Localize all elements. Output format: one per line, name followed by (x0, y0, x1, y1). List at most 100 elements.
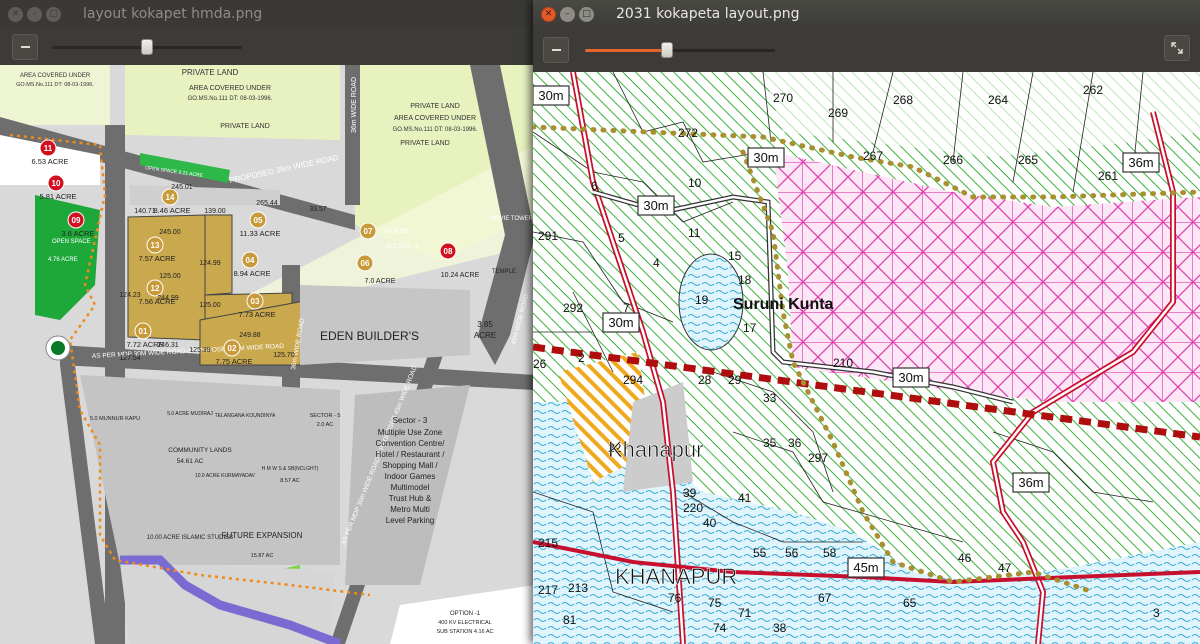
parcel-number: 210 (833, 356, 853, 370)
minimize-icon: – (32, 8, 37, 19)
parcel-number: 267 (863, 149, 883, 163)
fullscreen-button[interactable] (1164, 35, 1190, 61)
image-canvas[interactable]: 30m 30m 30m 30m 36m 36m 45m 30m 270 269 268 264 262… (533, 72, 1200, 644)
parcel-number: 76 (668, 591, 682, 605)
zoom-slider[interactable] (52, 38, 242, 55)
parcel-number: 213 (568, 581, 588, 595)
zoom-slider-fill (52, 45, 147, 49)
plot-number: 09 (72, 216, 81, 225)
label-open-space: OPEN SPACE (52, 239, 91, 245)
parcel-number: 40 (703, 516, 717, 530)
plot-dimension: 140.71 (134, 208, 156, 215)
plot-dimension: 249.88 (239, 332, 261, 339)
titlebar[interactable]: ✕ – □ 2031 kokapeta layout.png (533, 0, 1200, 28)
close-button[interactable]: ✕ (8, 6, 23, 22)
minimize-icon: – (565, 8, 570, 19)
plot-area: 7.57 ACRE (138, 254, 175, 263)
plot-area: 11.33 ACRE (240, 229, 281, 238)
label-acre: 7.0 ACRE (365, 278, 396, 285)
close-button[interactable]: ✕ (541, 6, 556, 22)
window-title: 2031 kokapeta layout.png (616, 6, 800, 22)
label-mudiraj: 5.0 ACRE MUDIRAJ (167, 411, 213, 417)
label-area-covered: AREA COVERED UNDER (20, 73, 91, 79)
label-acre: 7.68 ACRE (380, 229, 410, 235)
plot-dimension: 245.01 (171, 184, 193, 191)
plot-dimension: 125.00 (159, 273, 181, 280)
plot-dimension: 125.39 (189, 347, 211, 354)
label-eden: EDEN BUILDER'S (320, 329, 419, 343)
parcel-number: 15 (728, 249, 742, 263)
road-width-label: 30m (753, 150, 778, 165)
plot-dimension: 244.99 (157, 295, 179, 302)
label-telangana: TELANGANA KOUNDINYA (215, 413, 276, 419)
label-movie-tower: MOVIE TOWER (490, 216, 534, 222)
label-go-ms: GO.MS.No.111 DT: 08-03-1996. (16, 82, 94, 88)
label-acre: 10.24 ACRE (441, 272, 480, 279)
window-title: layout kokapet hmda.png (83, 6, 263, 22)
maximize-button[interactable]: □ (46, 6, 61, 22)
plot-number: 14 (166, 193, 175, 202)
road-width-label: 30m (608, 315, 633, 330)
parcel-number: 261 (1098, 169, 1118, 183)
parcel-number: 294 (623, 373, 643, 387)
parcel-number: 41 (738, 491, 752, 505)
parcel-number: 65 (903, 596, 917, 610)
parcel-number: 46 (958, 551, 972, 565)
fullscreen-icon (1171, 42, 1183, 54)
kokapeta-2031-map: 30m30m30m30m36m36m45m30m 270269268 264262… (533, 72, 1200, 644)
plot-dimension: 139.00 (204, 208, 226, 215)
parcel-number: 7 (623, 301, 630, 315)
label-area-covered: AREA COVERED UNDER (394, 115, 476, 122)
zoom-out-button[interactable] (543, 37, 569, 63)
parcel-number: 55 (753, 546, 767, 560)
plot-dimension: 124.99 (199, 260, 221, 267)
minimize-button[interactable]: – (560, 6, 575, 22)
plot-number: 13 (151, 241, 160, 250)
parcel-number: 6 (591, 179, 598, 193)
zoom-slider-fill (585, 49, 667, 52)
label-go-ms: GO.MS.No.111 DT: 08-03-1996. (393, 127, 478, 133)
parcel-number: 265 (1018, 153, 1038, 167)
toolbar (0, 28, 535, 65)
parcel-number: 270 (773, 91, 793, 105)
minimize-button[interactable]: – (27, 6, 42, 22)
junction-marker (51, 341, 65, 355)
plot-number: 12 (151, 284, 160, 293)
plot-number: 01 (139, 327, 148, 336)
sector-3-line: Indoor Games (385, 472, 436, 481)
zoom-slider-knob[interactable] (141, 38, 153, 55)
label-sector-5-area: 2.0 AC (317, 422, 334, 428)
plot-area: 8.94 ACRE (233, 269, 270, 278)
label-private-land: PRIVATE LAND (400, 140, 450, 147)
sector-3-line: Level Parking (386, 516, 434, 525)
label-community: COMMUNITY LANDS (168, 447, 232, 454)
label-sector-3: Sector - 3 (393, 416, 428, 425)
parcel-number: 297 (808, 451, 828, 465)
parcel-number: 220 (683, 501, 703, 515)
zoom-slider[interactable] (585, 42, 775, 58)
label-islamic: 10.00 ACRE ISLAMIC STUDIES (147, 535, 233, 541)
label-kurmayadav: 10.0 ACRE KURMAYADAV (195, 473, 256, 479)
parcel-number: 269 (828, 106, 848, 120)
parcel-number: 215 (538, 536, 558, 550)
label-hmw-area: 8.57 AC (280, 478, 300, 484)
parcel-number: 75 (708, 596, 722, 610)
plot-number: 03 (251, 297, 260, 306)
plot-number: 02 (228, 344, 237, 353)
label-private-land: PRIVATE LAND (410, 103, 460, 110)
label-acre: 3.85 (477, 320, 493, 329)
plot-area: 8.46 ACRE (153, 206, 190, 215)
image-canvas[interactable]: PRIVATE LAND AREA COVERED UNDER GO.MS.No… (0, 65, 535, 644)
parcel-number: 264 (988, 93, 1008, 107)
zoom-slider-knob[interactable] (661, 42, 673, 58)
parcel-number: 262 (1083, 83, 1103, 97)
parcel-number: 71 (738, 606, 752, 620)
parcel-number: 268 (893, 93, 913, 107)
maximize-button[interactable]: □ (579, 6, 594, 22)
parcel (300, 285, 470, 365)
parcel-number: 266 (943, 153, 963, 167)
road-width-label: 36m (1018, 475, 1043, 490)
parcel-number: 36 (788, 436, 802, 450)
zoom-out-button[interactable] (12, 33, 38, 60)
titlebar[interactable]: ✕ – □ layout kokapet hmda.png (0, 0, 535, 28)
